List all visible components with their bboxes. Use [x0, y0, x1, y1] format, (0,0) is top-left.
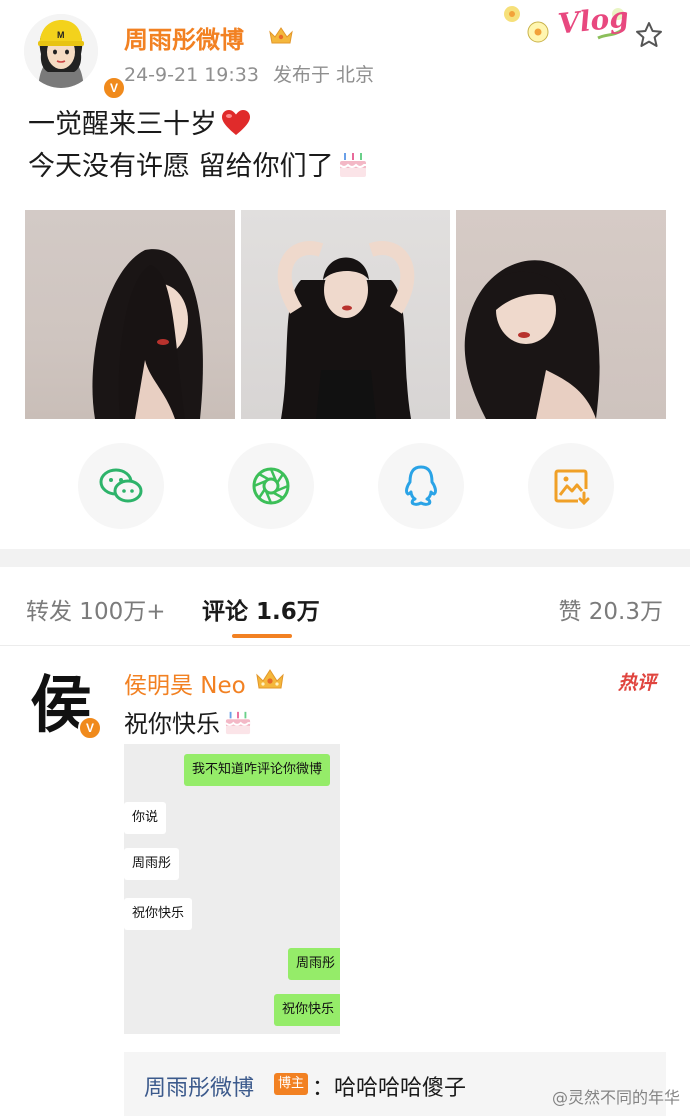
post-location: 发布于 北京 — [272, 64, 374, 86]
cake-emoji-icon — [338, 153, 366, 177]
chat-bubble: 你说 — [124, 802, 167, 834]
crown-icon — [269, 27, 293, 44]
post-photo-3[interactable] — [456, 210, 666, 419]
chat-bubble: 周雨彤 — [124, 848, 180, 880]
save-image-button[interactable] — [528, 443, 614, 529]
author-badge: 博主 — [274, 1073, 309, 1095]
tab-divider — [0, 645, 690, 646]
comment-image-chat-screenshot[interactable]: 我不知道咋评论你微博 你说 周雨彤 祝你快乐 周雨彤 祝你快乐 — [124, 744, 340, 1034]
reply-author-name[interactable]: 周雨彤微博 — [144, 1070, 254, 1102]
author-avatar[interactable]: M V — [24, 14, 126, 100]
commenter-name[interactable]: 侯明昊 Neo — [124, 666, 246, 700]
post-author-name[interactable]: 周雨彤微博 — [124, 20, 244, 55]
post-time: 24-9-21 19:33 — [124, 64, 259, 86]
portrait-image — [277, 241, 415, 419]
wechat-icon — [99, 468, 143, 503]
verified-badge: V — [102, 76, 126, 100]
post-line-1: 一觉醒来三十岁 — [28, 104, 368, 146]
cake-emoji-icon — [225, 711, 251, 735]
active-tab-indicator — [232, 634, 292, 638]
watermark: @灵然不同的年华 — [551, 1088, 680, 1107]
hot-comment-badge: 热评 — [618, 672, 657, 694]
share-wechat-button[interactable] — [78, 443, 164, 529]
chat-bubble: 祝你快乐 — [274, 994, 340, 1026]
avatar-image: M — [24, 14, 98, 88]
post-meta: 24-9-21 19:33 发布于 北京 — [124, 60, 374, 87]
post-line-2: 今天没有许愿 留给你们了 — [28, 146, 368, 188]
commenter-verified-badge: V — [78, 716, 102, 740]
post-content: 一觉醒来三十岁 今天没有许愿 留给你们了 — [28, 104, 368, 188]
crown-icon — [256, 669, 284, 689]
post-header: M V 周雨彤微博 24-9-21 19:33 发布于 北京 Vlog — [0, 0, 690, 100]
portrait-image — [464, 260, 600, 419]
chat-bubble: 我不知道咋评论你微博 — [184, 754, 331, 786]
moments-icon — [252, 467, 290, 505]
svg-text:M: M — [57, 30, 65, 40]
save-image-icon — [554, 469, 590, 505]
share-moments-button[interactable] — [228, 443, 314, 529]
post-photo-1[interactable] — [25, 210, 235, 419]
chat-bubble: 周雨彤 — [288, 948, 340, 980]
tab-comments[interactable]: 评论 1.6万 — [202, 592, 320, 626]
section-divider — [0, 549, 690, 567]
comment-content: 祝你快乐 — [124, 704, 252, 739]
tab-repost[interactable]: 转发 100万+ — [26, 592, 165, 626]
tab-likes[interactable]: 赞 20.3万 — [558, 592, 663, 626]
reply-text: ：哈哈哈哈傻子 — [312, 1076, 467, 1101]
qq-icon — [405, 465, 437, 506]
portrait-image — [92, 249, 203, 419]
heart-emoji-icon — [222, 110, 250, 135]
post-photo-2[interactable] — [241, 210, 450, 419]
vlog-sticker: Vlog — [498, 0, 630, 50]
share-qq-button[interactable] — [378, 443, 464, 529]
favorite-star-icon[interactable] — [634, 20, 664, 50]
chat-bubble: 祝你快乐 — [124, 898, 193, 930]
